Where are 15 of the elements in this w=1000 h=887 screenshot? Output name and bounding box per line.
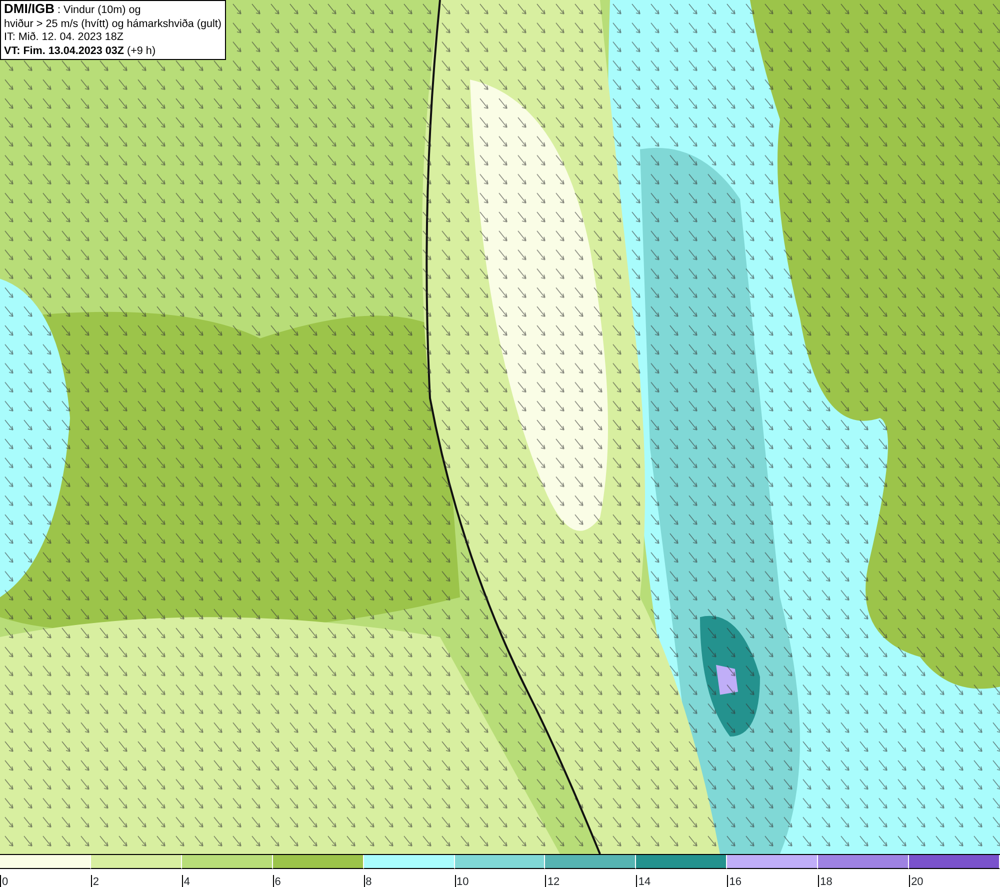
legend-label: 20 <box>909 875 924 887</box>
header-text: IT: Mið. 12. 04. 2023 18Z <box>4 31 124 44</box>
legend-label: 18 <box>818 875 832 887</box>
legend-label: 8 <box>364 875 372 887</box>
legend-label: 6 <box>272 875 281 887</box>
header-text: hviður > 25 m/s (hvítt) og hámarkshviða (gult) <box>4 18 222 31</box>
legend-label: 2 <box>90 875 100 887</box>
legend-label: 0 <box>0 875 8 887</box>
legend-label: 16 <box>727 875 742 887</box>
legend-label: 14 <box>636 875 651 887</box>
legend-label: 10 <box>454 875 469 887</box>
legend-label: 4 <box>182 875 190 887</box>
legend-label: 12 <box>545 875 560 887</box>
header-text: DMI/IGB : Vindur (10m) og <box>4 2 142 18</box>
header-text: VT: Fim. 13.04.2023 03Z (+9 h) <box>4 44 157 58</box>
